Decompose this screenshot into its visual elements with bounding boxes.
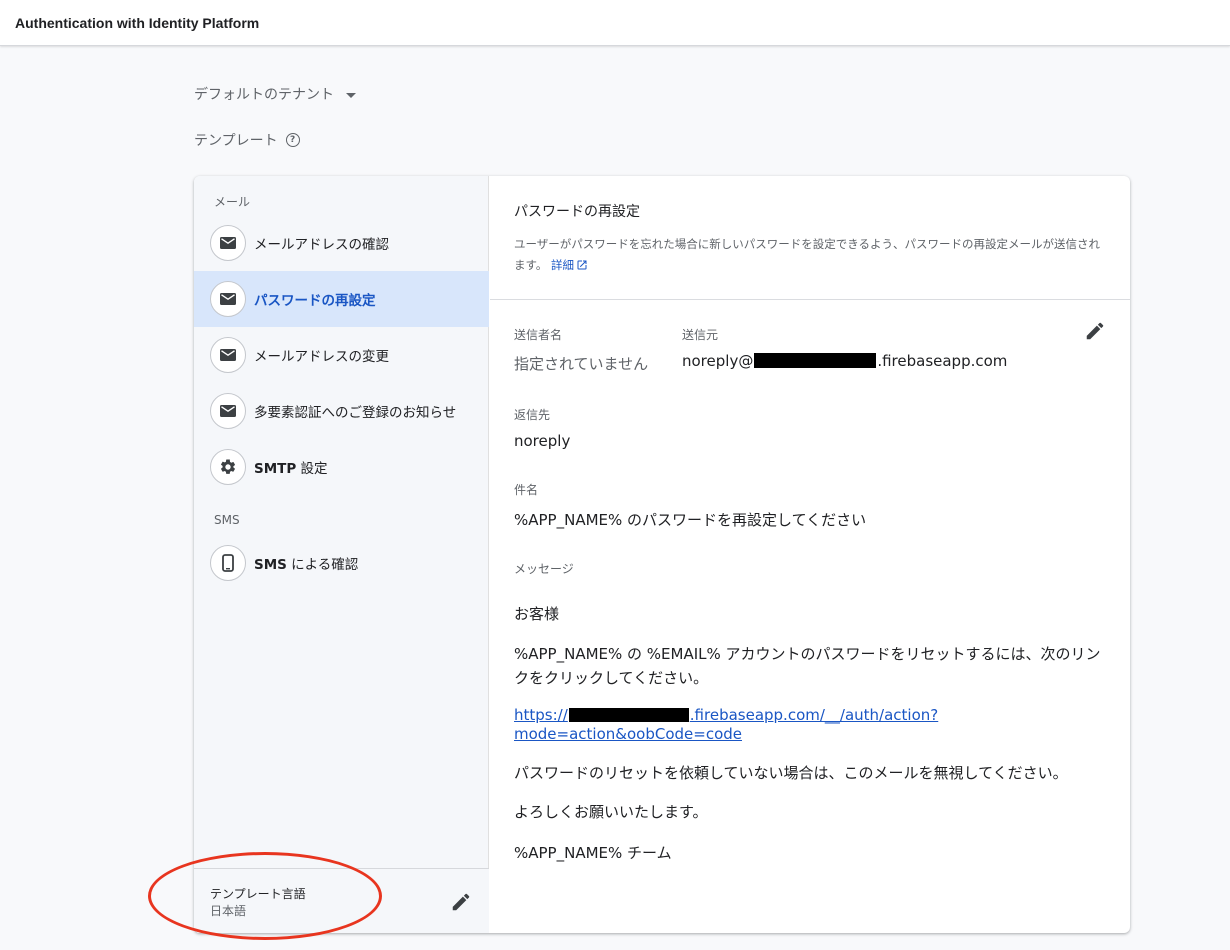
sender-name-value: 指定されていません	[514, 355, 649, 373]
mail-icon	[210, 337, 246, 373]
email-section-label: メール	[214, 195, 251, 209]
sidebar-item-label: SMS による確認	[254, 557, 359, 573]
subject-value: %APP_NAME% のパスワードを再設定してください	[514, 511, 867, 529]
sidebar-item-label: 多要素認証へのご登録のお知らせ	[254, 405, 457, 421]
edit-template-icon[interactable]	[1084, 320, 1108, 344]
gear-icon	[210, 449, 246, 485]
message-greeting: お客様	[514, 605, 560, 623]
app-title: Authentication with Identity Platform	[15, 14, 260, 31]
reply-to-label: 返信先	[514, 408, 551, 422]
sidebar-item-mfa-enrollment[interactable]: 多要素認証へのご登録のお知らせ	[194, 383, 489, 439]
templates-title: テンプレート	[194, 133, 278, 149]
mail-icon	[210, 225, 246, 261]
message-signature: %APP_NAME% チーム	[514, 844, 672, 862]
redacted-block	[754, 353, 877, 368]
template-header: パスワードの再設定 ユーザーがパスワードを忘れた場合に新しいパスワードを設定でき…	[490, 176, 1130, 300]
help-icon[interactable]: ?	[285, 133, 300, 147]
sidebar-item-sms-verification[interactable]: SMS による確認	[194, 535, 489, 591]
sidebar-item-label: SMTP 設定	[254, 461, 328, 477]
from-label: 送信元	[682, 328, 719, 342]
template-title: パスワードの再設定	[514, 204, 640, 220]
sidebar-item-smtp-settings[interactable]: SMTP 設定	[194, 439, 489, 495]
template-description: ユーザーがパスワードを忘れた場合に新しいパスワードを設定できるよう、パスワードの…	[514, 237, 1101, 272]
edit-language-icon[interactable]	[450, 891, 472, 913]
message-line-1: %APP_NAME% の %EMAIL% アカウントのパスワードをリセットするに…	[514, 645, 1101, 687]
message-line-3: よろしくお願いいたします。	[514, 803, 708, 821]
detail-link[interactable]: 詳細	[551, 258, 588, 272]
from-value: noreply@ .firebaseapp.com	[682, 352, 1008, 370]
sidebar-item-email-change[interactable]: メールアドレスの変更	[194, 327, 489, 383]
reply-to-value: noreply	[514, 432, 571, 450]
sidebar-item-label: パスワードの再設定	[254, 293, 376, 309]
mail-icon	[210, 281, 246, 317]
template-sidebar: メール メールアドレスの確認 パスワードの再設定 メールアドレスの変更 多要素認…	[194, 176, 489, 933]
sender-name-label: 送信者名	[514, 328, 563, 342]
templates-card: メール メールアドレスの確認 パスワードの再設定 メールアドレスの変更 多要素認…	[194, 176, 1130, 933]
sidebar-item-email-verification[interactable]: メールアドレスの確認	[194, 215, 489, 271]
message-line-2: パスワードのリセットを依頼していない場合は、このメールを無視してください。	[514, 764, 1068, 782]
external-link-icon	[577, 260, 587, 270]
tenant-label: デフォルトのテナント	[194, 87, 334, 103]
reset-link[interactable]: https://.firebaseapp.com/__/auth/action?…	[514, 706, 1114, 744]
mail-icon	[210, 393, 246, 429]
templates-heading: テンプレート ?	[194, 130, 300, 150]
sidebar-item-label: メールアドレスの変更	[254, 349, 389, 365]
sidebar-item-password-reset[interactable]: パスワードの再設定	[194, 271, 489, 327]
redacted-block	[568, 708, 689, 722]
sidebar-item-label: メールアドレスの確認	[254, 237, 389, 253]
phone-icon	[210, 545, 246, 581]
message-label: メッセージ	[514, 562, 574, 576]
caret-down-icon	[346, 92, 356, 98]
sms-section-label: SMS	[214, 513, 240, 527]
annotation-ellipse	[148, 852, 382, 940]
template-detail: パスワードの再設定 ユーザーがパスワードを忘れた場合に新しいパスワードを設定でき…	[490, 176, 1130, 933]
subject-label: 件名	[514, 483, 539, 497]
tenant-selector[interactable]: デフォルトのテナント	[194, 84, 356, 104]
app-header: Authentication with Identity Platform	[0, 0, 1230, 46]
